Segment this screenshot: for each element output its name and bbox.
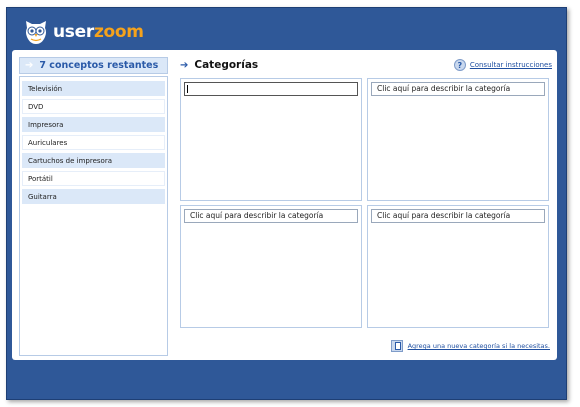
logo: userzoom	[23, 17, 144, 47]
concept-item[interactable]: Guitarra	[22, 189, 165, 204]
arrow-right-icon: ➔	[25, 60, 34, 71]
concept-label: Cartuchos de impresora	[28, 156, 112, 165]
concept-label: DVD	[28, 102, 44, 111]
concept-label: Televisión	[28, 84, 63, 93]
category-box[interactable]: Clic aquí para describir la categoría	[367, 78, 549, 201]
concept-label: Portátil	[28, 174, 53, 183]
app-frame: userzoom ➔ 7 conceptos restantes Televis…	[6, 7, 567, 400]
category-name-input[interactable]: Clic aquí para describir la categoría	[371, 209, 545, 223]
concept-label: Impresora	[28, 120, 64, 129]
concept-item[interactable]: Cartuchos de impresora	[22, 153, 165, 168]
logo-text-user: user	[53, 22, 94, 42]
add-category: Agrega una nueva categoría si la necesit…	[390, 340, 550, 352]
instructions-link[interactable]: Consultar instrucciones	[470, 61, 552, 69]
arrow-right-icon: ➔	[180, 59, 189, 71]
add-category-link[interactable]: Agrega una nueva categoría si la necesit…	[408, 342, 550, 350]
remaining-concepts-label: 7 conceptos restantes	[39, 60, 159, 71]
add-category-icon[interactable]	[390, 340, 403, 352]
owl-logo-icon	[26, 21, 46, 44]
categories-title: Categorías	[194, 59, 259, 71]
concept-label: Auriculares	[28, 138, 68, 147]
category-box[interactable]: Clic aquí para describir la categoría	[180, 205, 362, 328]
concept-item[interactable]: DVD	[22, 99, 165, 114]
concept-item[interactable]: Portátil	[22, 171, 165, 186]
concept-item[interactable]: Televisión	[22, 81, 165, 96]
category-box[interactable]	[180, 78, 362, 201]
concept-list: Televisión DVD Impresora Auriculares Car…	[19, 76, 168, 356]
main-panel: ➔ 7 conceptos restantes Televisión DVD I…	[12, 50, 557, 360]
help-icon[interactable]: ?	[453, 59, 466, 71]
category-box[interactable]: Clic aquí para describir la categoría	[367, 205, 549, 328]
concept-item[interactable]: Impresora	[22, 117, 165, 132]
help: ? Consultar instrucciones	[453, 59, 552, 71]
logo-text-zoom: zoom	[93, 22, 144, 42]
categories-heading: ➔ Categorías	[180, 59, 258, 71]
category-name-input[interactable]: Clic aquí para describir la categoría	[371, 82, 545, 96]
category-name-input[interactable]	[184, 82, 358, 96]
concept-item[interactable]: Auriculares	[22, 135, 165, 150]
remaining-concepts-header: ➔ 7 conceptos restantes	[19, 57, 168, 74]
category-name-input[interactable]: Clic aquí para describir la categoría	[184, 209, 358, 223]
concept-label: Guitarra	[28, 192, 57, 201]
